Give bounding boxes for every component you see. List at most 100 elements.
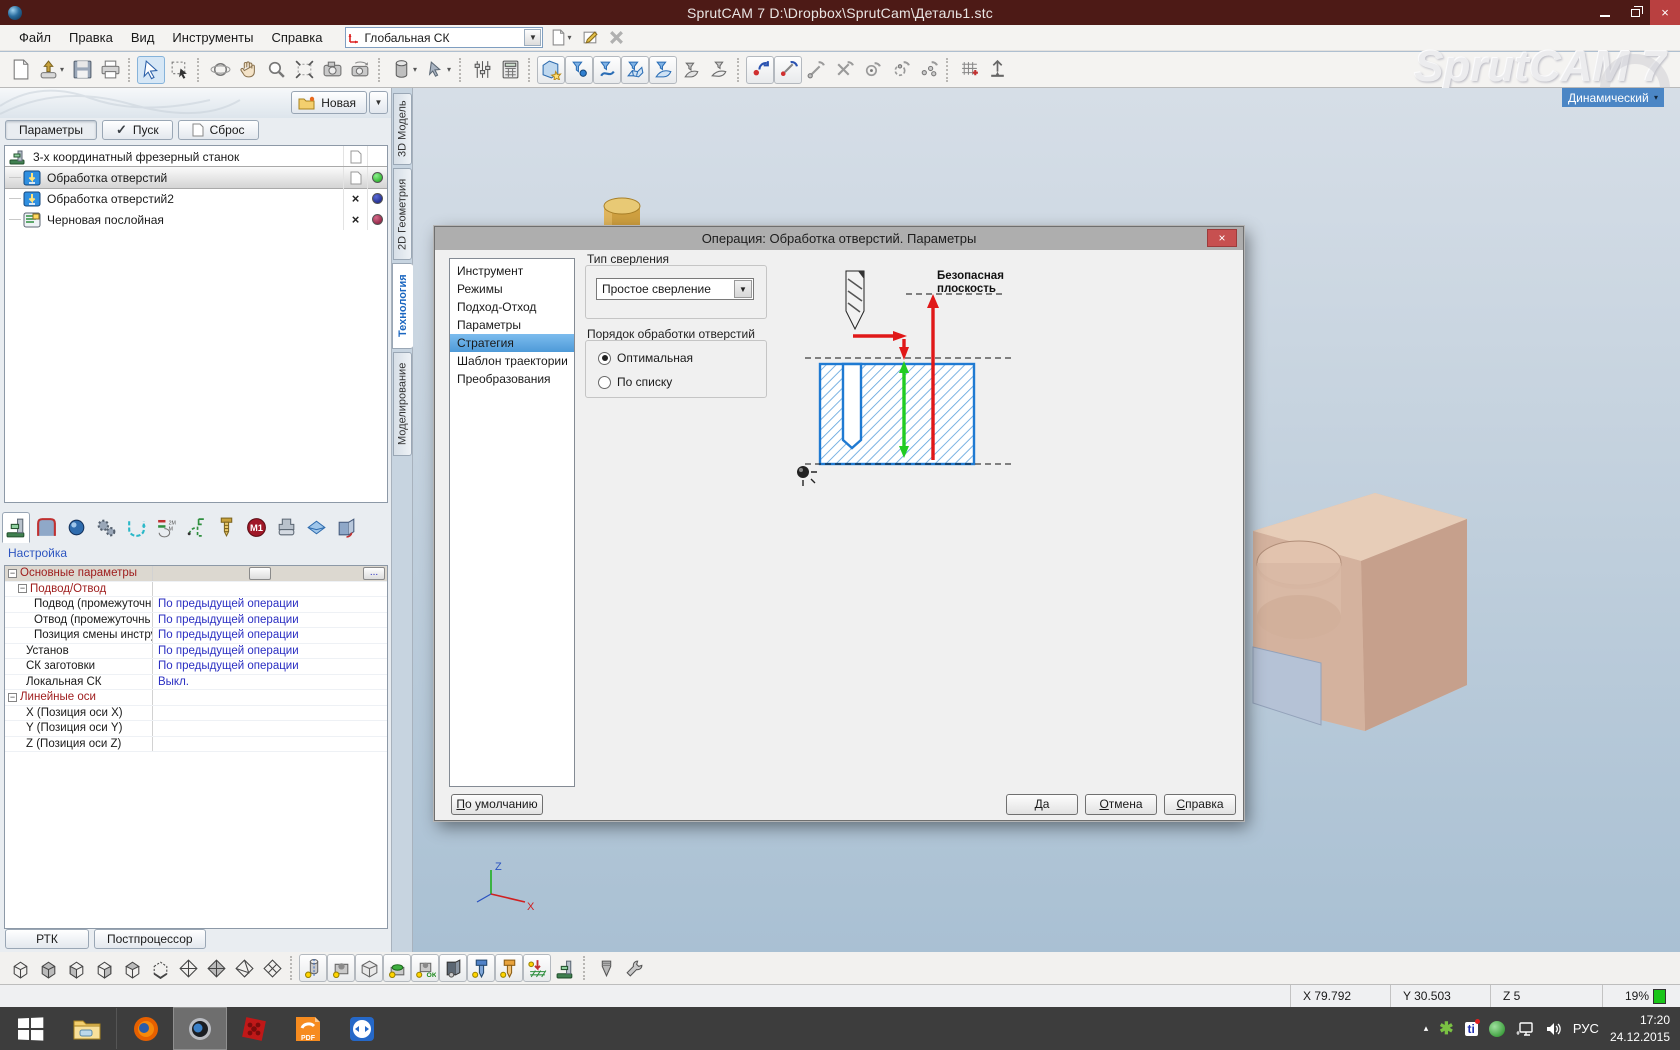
taskbar-explorer[interactable]	[61, 1008, 113, 1049]
coordinate-system-combobox[interactable]: Глобальная СК ▼	[345, 27, 543, 48]
clock[interactable]: 17:20 24.12.2015	[1610, 1012, 1670, 1044]
select-box-icon[interactable]	[165, 56, 193, 84]
sim-machine-icon[interactable]	[439, 954, 467, 982]
view-back-icon[interactable]	[34, 954, 62, 982]
view-iso1-icon[interactable]	[174, 954, 202, 982]
taskbar-kompas[interactable]	[228, 1008, 280, 1049]
grid-row[interactable]: СК заготовки По предыдущей операции	[5, 659, 387, 675]
volume-tray-icon[interactable]	[1545, 1021, 1562, 1037]
radio-by-list[interactable]: По списку	[598, 375, 672, 389]
snap-toggle-icon[interactable]	[774, 56, 802, 84]
new-operation-button[interactable]: Новая	[291, 91, 367, 114]
zoom-view-icon[interactable]	[262, 56, 290, 84]
grid-row[interactable]: Y (Позиция оси Y)	[5, 721, 387, 737]
grid-row[interactable]: −Основные параметры ...	[5, 566, 387, 582]
grid-row[interactable]: Установ По предыдущей операции	[5, 644, 387, 660]
lead-uturn-icon[interactable]	[122, 514, 150, 542]
grid-settings-icon[interactable]	[955, 56, 983, 84]
cancel-button[interactable]: Отмена	[1085, 794, 1157, 815]
view-mode-selector[interactable]: Динамический▾	[1562, 88, 1664, 107]
radio-optimal[interactable]: Оптимальная	[598, 351, 693, 365]
menu-help[interactable]: Справка	[262, 26, 331, 49]
menu-file[interactable]: Файл	[10, 26, 60, 49]
update-tray-icon[interactable]	[1489, 1021, 1505, 1037]
add-surfaces-icon[interactable]	[621, 56, 649, 84]
tool-blue-icon[interactable]	[467, 954, 495, 982]
tab-2d-geometry[interactable]: 2D Геометрия	[393, 168, 412, 260]
surface-quality-icon[interactable]	[302, 514, 330, 542]
run-marker[interactable]	[343, 167, 367, 188]
nav-tool[interactable]: Инструмент	[450, 262, 574, 280]
import-caret-icon[interactable]: ▾	[60, 65, 68, 74]
tab-rtk[interactable]: РТК	[5, 929, 89, 949]
view-bottom-icon[interactable]	[146, 954, 174, 982]
restore-button[interactable]	[1620, 0, 1650, 25]
calculator-icon[interactable]	[496, 56, 524, 84]
dialog-titlebar[interactable]: Операция: Обработка отверстий. Параметры…	[435, 227, 1243, 250]
pick-mode-caret-icon[interactable]: ▾	[447, 65, 455, 74]
menu-edit[interactable]: Правка	[60, 26, 122, 49]
coordinate-system-dropdown-icon[interactable]: ▼	[524, 29, 541, 46]
machine-setup-icon[interactable]	[2, 512, 30, 543]
sim-stock-solid-icon[interactable]	[355, 954, 383, 982]
sim-stock-ok-icon[interactable]: OK	[411, 954, 439, 982]
taskbar-foxit-pdf[interactable]: PDF	[282, 1008, 334, 1049]
snap-multi-icon[interactable]	[914, 56, 942, 84]
settings-link[interactable]: Настройка	[8, 546, 67, 560]
close-button[interactable]: ×	[1650, 0, 1680, 25]
add-point-icon[interactable]	[565, 56, 593, 84]
drill-type-dropdown-icon[interactable]: ▼	[734, 280, 752, 298]
run-marker[interactable]	[343, 146, 367, 167]
workpiece-cylinder-icon[interactable]	[387, 56, 415, 84]
new-project-icon[interactable]	[6, 56, 34, 84]
m1-stop-icon[interactable]: M1	[242, 514, 270, 542]
tab-3d-model[interactable]: 3D Модель	[393, 93, 412, 165]
ellipsis-button[interactable]: ...	[363, 567, 385, 580]
snap-point-icon[interactable]	[802, 56, 830, 84]
grid-row[interactable]: Z (Позиция оси Z)	[5, 737, 387, 753]
new-cs-caret-icon[interactable]: ▾	[567, 33, 575, 42]
snap-center-icon[interactable]	[858, 56, 886, 84]
collapse-icon[interactable]: −	[18, 584, 27, 593]
language-indicator[interactable]: РУС	[1573, 1021, 1599, 1036]
view-iso3-icon[interactable]	[230, 954, 258, 982]
machine-sim-icon[interactable]	[551, 954, 579, 982]
tree-row-machine[interactable]: 3-х координатный фрезерный станок	[5, 146, 387, 167]
holder-icon[interactable]	[272, 514, 300, 542]
gears-icon[interactable]	[92, 514, 120, 542]
tab-postprocessor[interactable]: Постпроцессор	[94, 929, 206, 949]
nav-parameters[interactable]: Параметры	[450, 316, 574, 334]
edit-cs-icon[interactable]	[579, 27, 601, 49]
tab-parameters[interactable]: Параметры	[5, 120, 97, 140]
nav-approach[interactable]: Подход-Отход	[450, 298, 574, 316]
tool-holder-icon[interactable]	[592, 954, 620, 982]
operation-wizard-icon[interactable]	[537, 56, 565, 84]
tab-technology[interactable]: Технология	[392, 263, 413, 349]
mold-icon[interactable]	[32, 514, 60, 542]
snapshot-rotate-icon[interactable]	[346, 56, 374, 84]
tab-reset[interactable]: Сброс	[178, 120, 259, 140]
icq-tray-icon[interactable]: ✱	[1439, 1019, 1453, 1039]
import-model-icon[interactable]	[34, 56, 62, 84]
help-button[interactable]: Справка	[1164, 794, 1236, 815]
workpiece-caret-icon[interactable]: ▾	[413, 65, 421, 74]
grid-row[interactable]: −Подвод/Отвод	[5, 582, 387, 598]
add-curve-icon[interactable]	[593, 56, 621, 84]
nav-transformations[interactable]: Преобразования	[450, 370, 574, 388]
pick-mode-icon[interactable]	[421, 56, 449, 84]
tree-row-holes1[interactable]: Обработка отверстий	[5, 167, 387, 188]
ok-button[interactable]: Да	[1006, 794, 1078, 815]
default-button[interactable]: По умолчанию	[451, 794, 543, 815]
tree-row-roughing[interactable]: Черновая послойная ×	[5, 209, 387, 230]
collapse-icon[interactable]: −	[8, 569, 17, 578]
transform-icon[interactable]	[332, 514, 360, 542]
tray-expand-icon[interactable]: ▴	[1424, 1023, 1429, 1034]
sim-rotate-stock-icon[interactable]	[299, 954, 327, 982]
sim-stock-top-icon[interactable]	[327, 954, 355, 982]
skip-marker[interactable]: ×	[343, 209, 367, 230]
delete-cs-icon[interactable]	[605, 27, 627, 49]
grid-row[interactable]: Отвод (промежуточнь По предыдущей операц…	[5, 613, 387, 629]
grid-row[interactable]: Подвод (промежуточн По предыдущей операц…	[5, 597, 387, 613]
tree-row-holes2[interactable]: Обработка отверстий2 ×	[5, 188, 387, 209]
nav-strategy[interactable]: Стратегия	[450, 334, 574, 352]
